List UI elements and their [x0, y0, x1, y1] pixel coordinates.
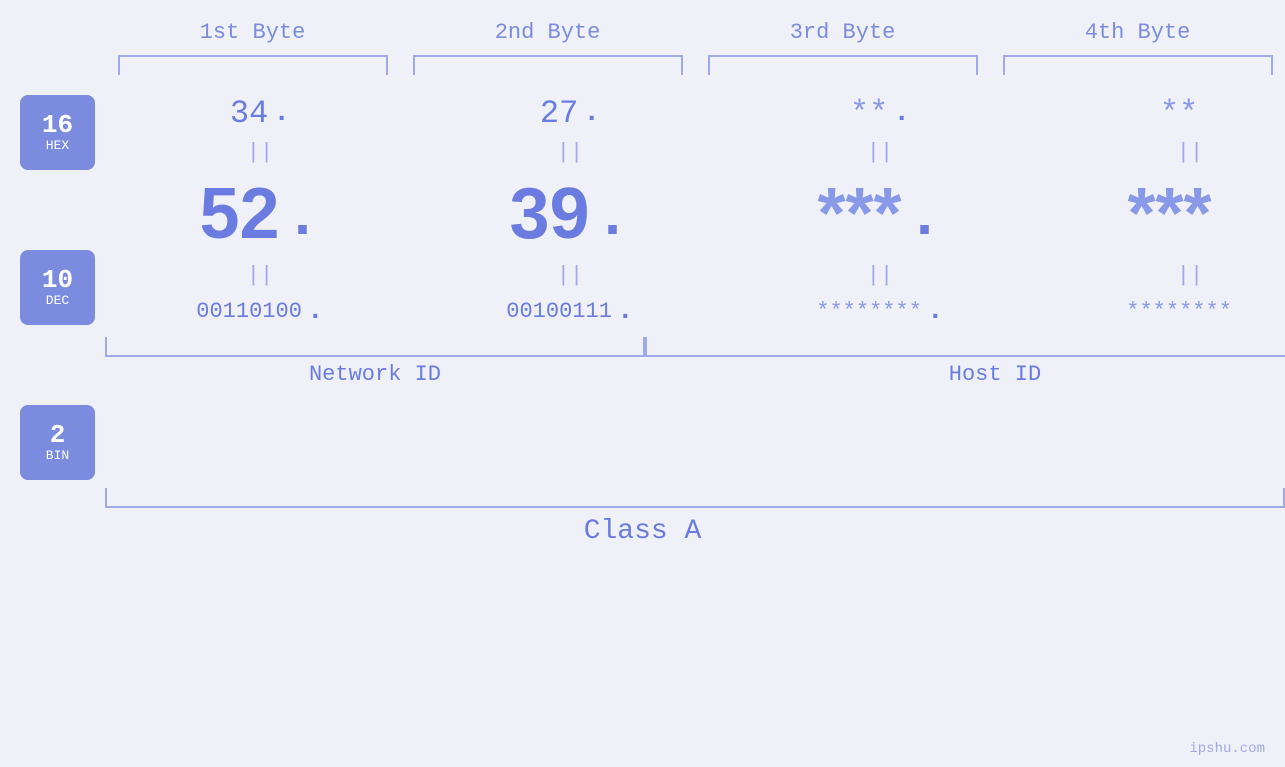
bin-val2: 00100111	[506, 299, 612, 324]
sep2-2: ||	[435, 263, 705, 288]
bin-badge: 2 BIN	[20, 405, 95, 480]
bracket-byte3	[708, 55, 978, 75]
byte2-label: 2nd Byte	[413, 20, 683, 45]
sep2-4: ||	[1055, 263, 1285, 288]
hex-row: 34 . 27 . ** . ** .	[95, 95, 1285, 132]
byte4-label: 4th Byte	[1003, 20, 1273, 45]
watermark: ipshu.com	[1189, 741, 1265, 757]
hex-dot2: .	[583, 98, 600, 129]
dec-val2: 39	[509, 173, 589, 255]
hex-cell-4: ** .	[1055, 95, 1285, 132]
byte1-label: 1st Byte	[118, 20, 388, 45]
bin-cell-3: ******** .	[745, 296, 1015, 327]
dec-row: 52 . 39 . *** . *** .	[95, 173, 1285, 255]
sep2-1: ||	[125, 263, 395, 288]
hex-val4: **	[1160, 95, 1198, 132]
hex-cell-3: ** .	[745, 95, 1015, 132]
dec-cell-2: 39 .	[435, 173, 705, 255]
dec-badge-label: DEC	[46, 293, 69, 308]
dec-cell-3: *** .	[745, 173, 1015, 255]
bottom-bracket-row	[95, 337, 1285, 357]
id-labels-row: Network ID Host ID	[95, 357, 1285, 387]
sep1-3: ||	[745, 140, 1015, 165]
bin-val4: ********	[1126, 299, 1232, 324]
dec-cell-4: *** .	[1055, 173, 1285, 255]
bin-dot1: .	[307, 296, 324, 327]
bin-cell-2: 00100111 .	[435, 296, 705, 327]
sep1-1: ||	[125, 140, 395, 165]
hex-dot1: .	[273, 98, 290, 129]
hex-val3: **	[850, 95, 888, 132]
bracket-byte2	[413, 55, 683, 75]
bin-cell-4: ******** .	[1055, 296, 1285, 327]
hex-dot3: .	[893, 98, 910, 129]
bin-val1: 00110100	[196, 299, 302, 324]
sep2-3: ||	[745, 263, 1015, 288]
dec-dot1: .	[285, 185, 321, 253]
badges-column: 16 HEX 10 DEC 2 BIN	[10, 95, 95, 480]
sep1-4: ||	[1055, 140, 1285, 165]
bin-badge-label: BIN	[46, 448, 69, 463]
byte3-label: 3rd Byte	[708, 20, 978, 45]
rows-area: 34 . 27 . ** . ** . || ||	[95, 95, 1285, 387]
bin-dot3: .	[927, 296, 944, 327]
hex-badge-number: 16	[42, 112, 73, 138]
class-label: Class A	[0, 516, 1285, 547]
dec-badge-number: 10	[42, 267, 73, 293]
byte-labels-row: 1st Byte 2nd Byte 3rd Byte 4th Byte	[105, 20, 1285, 45]
bracket-byte1	[118, 55, 388, 75]
sep-dec-bin: || || || ||	[95, 255, 1285, 296]
dec-cell-1: 52 .	[125, 173, 395, 255]
hex-badge-label: HEX	[46, 138, 69, 153]
bin-cell-1: 00110100 .	[125, 296, 395, 327]
bin-badge-number: 2	[50, 422, 66, 448]
sep-hex-dec: || || || ||	[95, 132, 1285, 173]
dec-val4: ***	[1127, 173, 1211, 255]
hex-cell-1: 34 .	[125, 95, 395, 132]
bracket-byte4	[1003, 55, 1273, 75]
dec-dot2: .	[595, 185, 631, 253]
hex-cell-2: 27 .	[435, 95, 705, 132]
content-wrapper: 16 HEX 10 DEC 2 BIN 34 . 27	[0, 95, 1285, 480]
sep1-2: ||	[435, 140, 705, 165]
dec-badge: 10 DEC	[20, 250, 95, 325]
hex-val2: 27	[540, 95, 578, 132]
outer-bracket	[105, 488, 1285, 508]
main-container: 1st Byte 2nd Byte 3rd Byte 4th Byte 16 H…	[0, 0, 1285, 767]
network-id-label: Network ID	[105, 362, 645, 387]
dec-val1: 52	[199, 173, 279, 255]
host-id-label: Host ID	[645, 362, 1285, 387]
bin-row: 00110100 . 00100111 . ******** . *******…	[95, 296, 1285, 327]
bin-dot2: .	[617, 296, 634, 327]
top-brackets	[105, 55, 1285, 75]
hex-val1: 34	[230, 95, 268, 132]
bin-val3: ********	[816, 299, 922, 324]
dec-dot3: .	[907, 185, 943, 253]
net-id-bracket	[105, 337, 645, 357]
host-id-bracket	[645, 337, 1285, 357]
dec-val3: ***	[817, 173, 901, 255]
hex-badge: 16 HEX	[20, 95, 95, 170]
